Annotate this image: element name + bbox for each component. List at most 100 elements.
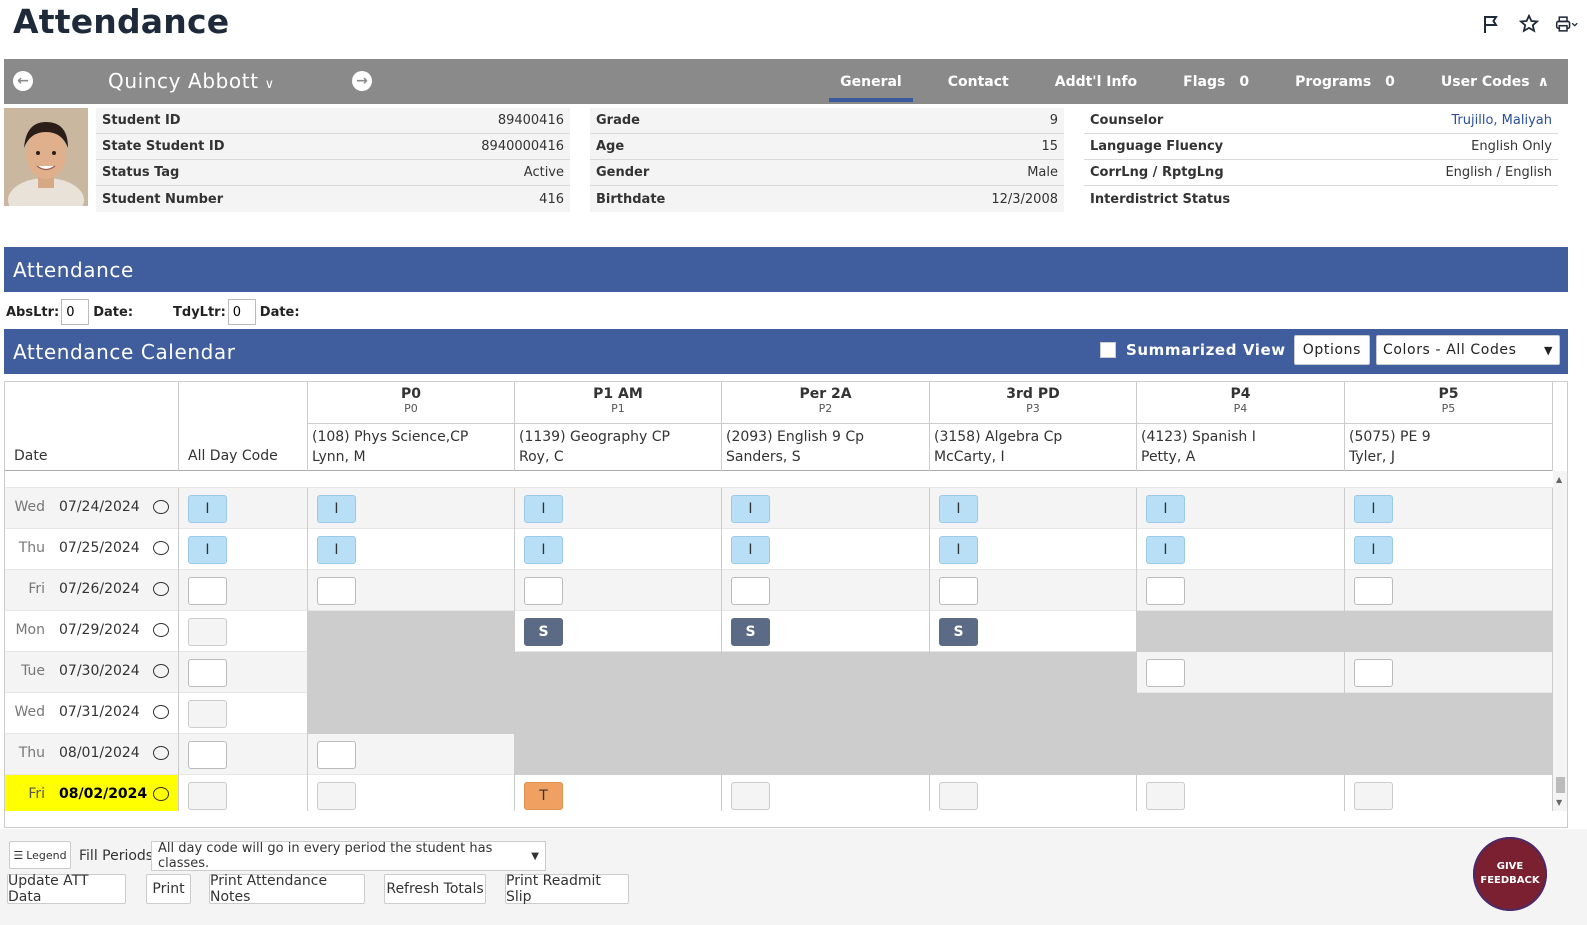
attendance-code-input[interactable] (1146, 659, 1185, 687)
period-cell (1345, 775, 1553, 811)
attendance-calendar: Date All Day Code P0 P0 (108) Phys Science… (4, 381, 1568, 828)
all-day-cell: I (179, 529, 308, 570)
tab-label: General (840, 73, 902, 90)
comment-icon[interactable] (153, 746, 169, 760)
info-value: English Only (1471, 139, 1552, 154)
attendance-code-input[interactable] (1146, 577, 1185, 605)
print-attendance-notes-button[interactable]: Print Attendance Notes (209, 873, 365, 905)
attendance-code-input[interactable] (188, 700, 227, 728)
attendance-code-input[interactable]: I (1354, 495, 1393, 523)
attendance-code-input[interactable] (317, 741, 356, 769)
print-icon[interactable] (1555, 12, 1579, 36)
attendance-code-input[interactable] (188, 577, 227, 605)
table-row: Wed 07/31/2024 (5, 693, 1553, 734)
date-cell: Tue 07/30/2024 (5, 652, 179, 693)
comment-icon[interactable] (153, 623, 169, 637)
comment-icon[interactable] (153, 582, 169, 596)
chevron-down-icon: ∨ (264, 77, 275, 92)
period-cell (1345, 693, 1553, 734)
options-button[interactable]: Options (1293, 335, 1370, 365)
counselor-link[interactable]: Trujillo, Maliyah (1451, 113, 1552, 128)
update-att-data-button[interactable]: Update ATT Data (7, 873, 126, 905)
next-student-icon[interactable]: → (352, 71, 372, 91)
date-cell: Mon 07/29/2024 (5, 611, 179, 652)
attendance-code-input[interactable]: I (188, 536, 227, 564)
period-cell: I (722, 488, 930, 529)
attendance-code-input[interactable]: I (188, 495, 227, 523)
comment-icon[interactable] (153, 500, 169, 514)
tab-programs[interactable]: Programs 0 (1284, 59, 1406, 104)
date-cell: Thu 07/25/2024 (5, 529, 179, 570)
attendance-code-input[interactable] (524, 577, 563, 605)
attendance-code-input[interactable]: I (939, 495, 978, 523)
tab-addtl-info[interactable]: Addt'l Info (1044, 59, 1148, 104)
fill-periods-label: Fill Periods: (79, 848, 158, 864)
day-of-week: Thu (18, 745, 45, 761)
attendance-code-input[interactable] (188, 782, 227, 810)
tab-user-codes[interactable]: User Codes ∧ (1430, 59, 1560, 104)
attendance-code-input[interactable]: S (524, 618, 563, 646)
legend-button[interactable]: ☰ Legend (9, 841, 71, 869)
period-course: (4123) Spanish I (1141, 429, 1256, 445)
attendance-code-input[interactable]: S (731, 618, 770, 646)
attendance-code-input[interactable] (188, 659, 227, 687)
tab-flags[interactable]: Flags 0 (1172, 59, 1260, 104)
attendance-code-input[interactable]: I (731, 536, 770, 564)
attendance-code-input[interactable]: I (939, 536, 978, 564)
period-course: (2093) English 9 Cp (726, 429, 865, 445)
period-cell: S (930, 611, 1137, 652)
summarized-view-checkbox[interactable] (1099, 342, 1116, 358)
scroll-up-icon[interactable]: ▲ (1556, 475, 1562, 484)
attendance-code-input[interactable] (317, 577, 356, 605)
print-button[interactable]: Print (146, 874, 191, 904)
attendance-code-input[interactable]: I (524, 536, 563, 564)
print-readmit-slip-button[interactable]: Print Readmit Slip (505, 873, 629, 905)
attendance-code-input[interactable] (939, 782, 978, 810)
tab-general[interactable]: General (829, 59, 913, 104)
prev-student-icon[interactable]: ← (13, 71, 33, 91)
attendance-code-input[interactable] (317, 782, 356, 810)
attendance-code-input[interactable]: I (1146, 536, 1185, 564)
student-name-dropdown[interactable]: Quincy Abbott ∨ (108, 69, 275, 93)
period-cell: I (1345, 488, 1553, 529)
attendance-code-input[interactable]: I (1146, 495, 1185, 523)
attendance-code-input[interactable]: S (939, 618, 978, 646)
info-row: Age 15 (590, 134, 1064, 160)
scroll-down-icon[interactable]: ▼ (1556, 798, 1562, 807)
attendance-code-input[interactable] (731, 782, 770, 810)
give-feedback-button[interactable]: GIVE FEEDBACK (1473, 837, 1547, 911)
comment-icon[interactable] (153, 787, 169, 801)
calendar-scrollbar[interactable]: ▲ ▼ (1553, 471, 1567, 811)
attendance-code-input[interactable] (1354, 577, 1393, 605)
table-row: Wed 07/24/2024 I I I I I I I (5, 488, 1553, 529)
attendance-code-input[interactable]: T (524, 782, 563, 810)
attendance-code-input[interactable] (188, 618, 227, 646)
comment-icon[interactable] (153, 541, 169, 555)
comment-icon[interactable] (153, 705, 169, 719)
attendance-code-input[interactable]: I (317, 536, 356, 564)
refresh-totals-button[interactable]: Refresh Totals (384, 874, 486, 904)
tab-contact[interactable]: Contact (937, 59, 1020, 104)
attendance-code-input[interactable]: I (731, 495, 770, 523)
tdy-letter-input[interactable] (227, 299, 256, 325)
scroll-thumb[interactable] (1556, 777, 1565, 793)
comment-icon[interactable] (153, 664, 169, 678)
attendance-code-input[interactable] (731, 577, 770, 605)
star-icon[interactable] (1517, 12, 1541, 36)
student-bar: ← Quincy Abbott ∨ → General Contact Addt'… (4, 59, 1568, 104)
attendance-code-input[interactable] (939, 577, 978, 605)
day-of-week: Wed (14, 704, 45, 720)
attendance-code-input[interactable] (1354, 659, 1393, 687)
attendance-code-input[interactable]: I (524, 495, 563, 523)
attendance-code-input[interactable]: I (1354, 536, 1393, 564)
attendance-code-input[interactable] (1146, 782, 1185, 810)
attendance-code-input[interactable]: I (317, 495, 356, 523)
student-profile: Student ID 89400416 State Student ID 89400… (4, 104, 1568, 216)
fill-periods-select[interactable]: All day code will go in every period the… (151, 841, 546, 871)
attendance-code-input[interactable] (1354, 782, 1393, 810)
table-row (5, 471, 1553, 488)
attendance-code-input[interactable] (188, 741, 227, 769)
flag-icon[interactable] (1479, 12, 1503, 36)
colors-select[interactable]: Colors - All Codes ▼ (1376, 335, 1560, 365)
abs-letter-input[interactable] (61, 299, 90, 325)
